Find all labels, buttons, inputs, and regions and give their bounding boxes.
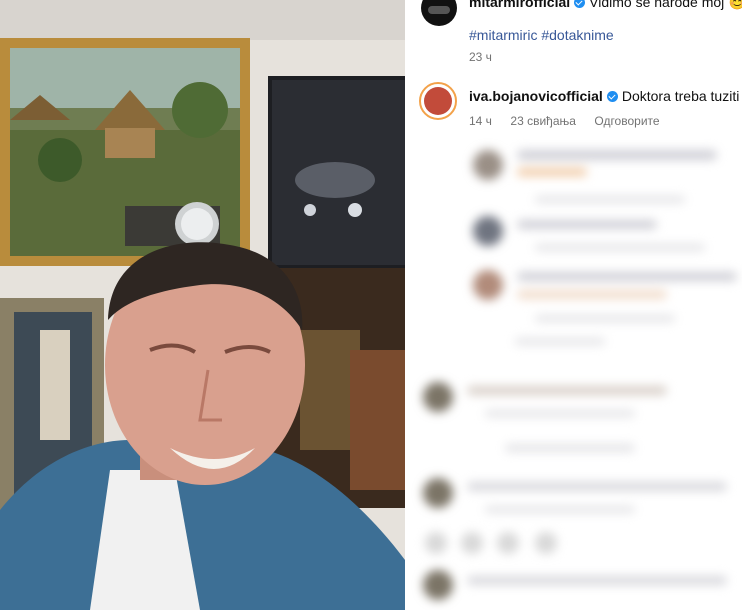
verified-badge-icon xyxy=(606,91,618,102)
emoji-icon: 😊 xyxy=(728,0,742,10)
avatar[interactable] xyxy=(421,0,457,26)
avatar[interactable] xyxy=(419,82,457,120)
comment-hashtags[interactable]: #mitarmiric #dotaknime xyxy=(469,27,614,43)
comment-likes[interactable]: 23 свиђања xyxy=(510,114,576,128)
verified-badge-icon xyxy=(574,0,586,8)
comment-username[interactable]: mitarmirofficial xyxy=(469,0,570,10)
comment-item: mitarmirofficial Vidimo se narode moj 😊 #… xyxy=(405,0,742,70)
comment-username[interactable]: iva.bojanovicofficial xyxy=(469,88,603,104)
comment-time: 23 ч xyxy=(469,50,492,64)
reply-button[interactable]: Одговорите xyxy=(594,114,659,128)
comment-text: Doktora treba tuziti xyxy=(621,88,740,104)
comments-panel: mitarmirofficial Vidimo se narode moj 😊 #… xyxy=(405,0,742,610)
video-frame-image xyxy=(0,0,405,610)
comment-text: Vidimo se narode moj xyxy=(589,0,725,10)
comment-time: 14 ч xyxy=(469,114,492,128)
comment-item: iva.bojanovicofficial Doktora treba tuzit… xyxy=(405,82,742,142)
video-frame xyxy=(0,0,405,610)
